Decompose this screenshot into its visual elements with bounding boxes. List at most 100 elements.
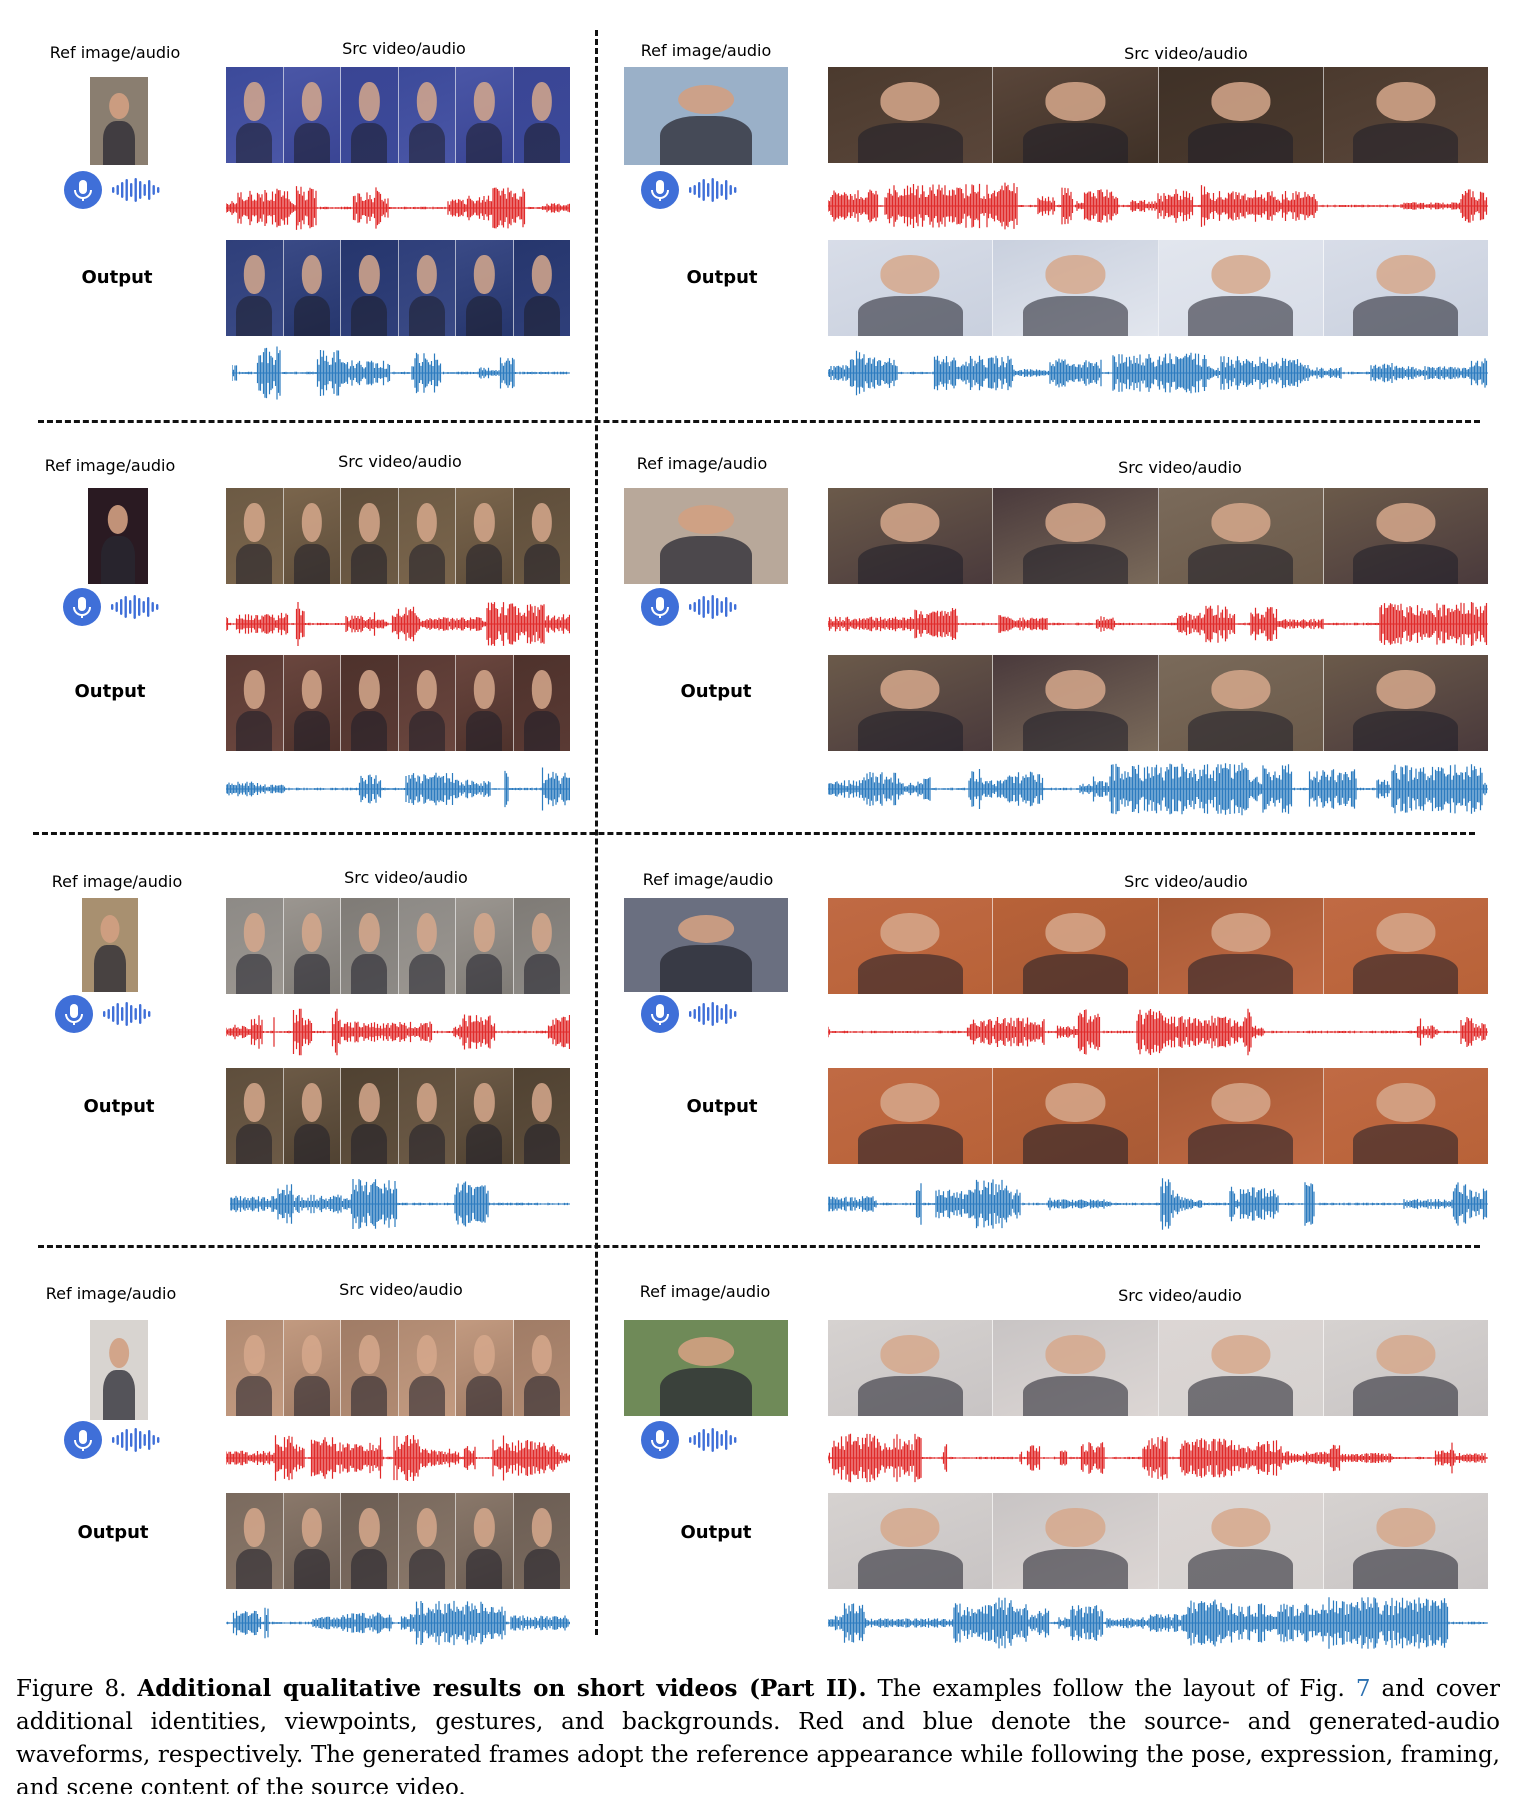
src-label: Src video/audio xyxy=(344,868,468,887)
output-frames-frame xyxy=(341,1493,399,1589)
output-frames-frame xyxy=(1323,240,1488,336)
output-frames-frame xyxy=(226,240,284,336)
source-frames-frame xyxy=(828,488,994,584)
output-frames xyxy=(828,655,1488,751)
output-frames-frame xyxy=(341,240,399,336)
row-divider-3 xyxy=(38,1245,1480,1248)
source-frames-frame xyxy=(341,67,399,163)
audio-bars-icon xyxy=(112,1428,160,1452)
source-frames-frame xyxy=(456,488,514,584)
source-frames-frame xyxy=(1158,898,1324,994)
figure-caption: Figure 8. Additional qualitative results… xyxy=(16,1672,1500,1794)
source-waveform xyxy=(226,602,570,646)
mic-icon xyxy=(641,171,679,209)
output-frames-frame xyxy=(513,240,570,336)
source-frames-frame xyxy=(1323,67,1488,163)
audio-bars-icon xyxy=(689,595,737,619)
source-frames-frame xyxy=(513,1320,570,1416)
source-frames-frame xyxy=(1323,898,1488,994)
source-frames-frame xyxy=(283,1320,341,1416)
output-frames-frame xyxy=(398,1493,456,1589)
generated-waveform xyxy=(828,1178,1488,1230)
output-label: Output xyxy=(83,1096,155,1117)
figure-label: Figure 8. xyxy=(16,1676,127,1702)
source-frames-frame xyxy=(513,67,570,163)
output-frames-frame xyxy=(398,240,456,336)
source-frames-frame xyxy=(226,67,284,163)
source-frames-frame xyxy=(398,488,456,584)
ref-label: Ref image/audio xyxy=(51,872,183,891)
output-frames-frame xyxy=(283,655,341,751)
reference-image xyxy=(88,488,148,584)
output-frames-frame xyxy=(398,655,456,751)
source-frames-frame xyxy=(283,67,341,163)
output-frames-frame xyxy=(1323,1068,1488,1164)
output-frames-frame xyxy=(226,1068,284,1164)
audio-bars-icon xyxy=(103,1002,151,1026)
generated-waveform xyxy=(230,1179,570,1229)
source-frames-frame xyxy=(1158,488,1324,584)
output-frames xyxy=(226,240,570,336)
output-frames-frame xyxy=(226,655,284,751)
source-frames-frame xyxy=(1323,1320,1488,1416)
src-label: Src video/audio xyxy=(1124,44,1248,63)
output-label: Output xyxy=(680,681,752,702)
mic-icon xyxy=(55,995,93,1033)
source-frames xyxy=(226,898,570,994)
audio-bars-icon xyxy=(112,178,160,202)
src-label: Src video/audio xyxy=(342,39,466,58)
source-frames-frame xyxy=(993,67,1159,163)
row-divider-2 xyxy=(33,832,1475,835)
output-frames-frame xyxy=(993,1068,1159,1164)
mic-icon xyxy=(641,995,679,1033)
source-frames-frame xyxy=(828,1320,994,1416)
audio-bars-icon xyxy=(689,1428,737,1452)
output-frames-frame xyxy=(1158,240,1324,336)
source-frames-frame xyxy=(398,898,456,994)
audio-bars-icon xyxy=(689,1002,737,1026)
output-frames-frame xyxy=(1158,655,1324,751)
output-frames-frame xyxy=(456,655,514,751)
source-frames-frame xyxy=(513,488,570,584)
ref-label: Ref image/audio xyxy=(642,870,774,889)
source-frames-frame xyxy=(1323,488,1488,584)
output-frames-frame xyxy=(1323,1493,1488,1589)
generated-waveform xyxy=(232,346,570,400)
generated-waveform xyxy=(828,1597,1488,1649)
output-frames-frame xyxy=(828,655,994,751)
ref-label: Ref image/audio xyxy=(49,43,181,62)
src-label: Src video/audio xyxy=(1118,1286,1242,1305)
output-label: Output xyxy=(74,681,146,702)
source-frames-frame xyxy=(226,898,284,994)
source-frames-frame xyxy=(456,898,514,994)
source-frames xyxy=(828,898,1488,994)
output-frames-frame xyxy=(341,655,399,751)
generated-waveform xyxy=(828,762,1488,816)
src-label: Src video/audio xyxy=(338,452,462,471)
ref-label: Ref image/audio xyxy=(636,454,768,473)
reference-image xyxy=(624,898,788,992)
source-waveform xyxy=(828,602,1488,646)
output-frames-frame xyxy=(1158,1068,1324,1164)
source-frames-frame xyxy=(513,898,570,994)
source-frames-frame xyxy=(226,1320,284,1416)
source-waveform xyxy=(226,1435,570,1481)
output-frames-frame xyxy=(993,655,1159,751)
output-label: Output xyxy=(686,1096,758,1117)
caption-title: Additional qualitative results on short … xyxy=(137,1675,867,1702)
source-waveform xyxy=(226,1008,570,1056)
source-frames xyxy=(828,488,1488,584)
ref-label: Ref image/audio xyxy=(44,456,176,475)
source-frames xyxy=(828,1320,1488,1416)
src-label: Src video/audio xyxy=(1118,458,1242,477)
output-frames-frame xyxy=(993,240,1159,336)
source-frames xyxy=(828,67,1488,163)
source-frames-frame xyxy=(341,898,399,994)
source-frames-frame xyxy=(456,1320,514,1416)
output-frames-frame xyxy=(1158,1493,1324,1589)
figure-ref-link[interactable]: 7 xyxy=(1356,1676,1371,1702)
output-frames xyxy=(828,240,1488,336)
source-frames-frame xyxy=(341,488,399,584)
output-label: Output xyxy=(81,267,153,288)
ref-label: Ref image/audio xyxy=(639,1282,771,1301)
